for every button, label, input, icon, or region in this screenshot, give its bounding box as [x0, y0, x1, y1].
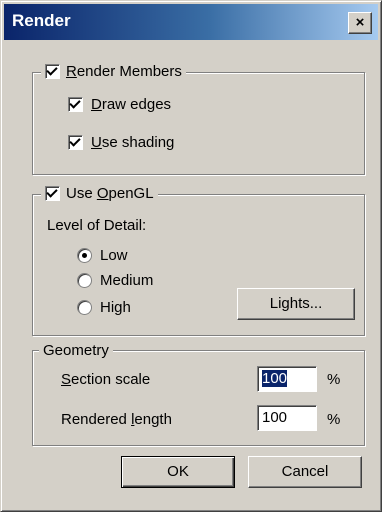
section-scale-unit: % — [327, 371, 341, 388]
section-scale-label: Section scale — [61, 371, 151, 388]
render-members-label: Render Members — [66, 63, 182, 80]
render-members-group — [32, 72, 365, 175]
use-shading-label: Use shading — [91, 134, 175, 151]
lights-button[interactable]: Lights... — [237, 288, 355, 320]
lod-radio-medium-label: Medium — [100, 272, 154, 289]
use-shading-checkbox[interactable]: Use shading — [68, 134, 174, 151]
geometry-legend: Geometry — [39, 342, 113, 359]
level-of-detail-label: Level of Detail: — [47, 217, 147, 234]
cancel-button[interactable]: Cancel — [248, 456, 362, 488]
rendered-length-input[interactable]: 100 — [257, 405, 317, 431]
use-opengl-check-icon — [45, 186, 60, 201]
render-members-check-icon — [45, 64, 60, 79]
lod-radio-medium[interactable]: Medium — [77, 272, 153, 289]
section-scale-input[interactable]: 100 — [257, 366, 317, 392]
rendered-length-value: 100 — [262, 409, 288, 426]
radio-selected-icon — [77, 248, 92, 263]
rendered-length-unit: % — [327, 411, 341, 428]
render-members-checkbox[interactable]: Render Members — [41, 63, 186, 80]
title-bar[interactable]: Render × — [4, 4, 378, 40]
lod-radio-high-label: High — [100, 299, 131, 316]
draw-edges-checkbox[interactable]: Draw edges — [68, 96, 171, 113]
lod-radio-low-label: Low — [100, 247, 128, 264]
draw-edges-label: Draw edges — [91, 96, 172, 113]
lod-radio-low[interactable]: Low — [77, 247, 128, 264]
close-icon: × — [355, 14, 365, 31]
draw-edges-check-icon — [68, 97, 83, 112]
radio-unselected-icon — [77, 273, 92, 288]
use-opengl-label: Use OpenGL — [66, 185, 154, 202]
section-scale-value: 100 — [262, 370, 288, 387]
use-shading-check-icon — [68, 135, 83, 150]
geometry-group — [32, 350, 365, 446]
ok-button[interactable]: OK — [121, 456, 235, 488]
close-button[interactable]: × — [348, 12, 372, 34]
radio-unselected-icon — [77, 300, 92, 315]
rendered-length-label: Rendered length — [61, 411, 172, 428]
lod-radio-high[interactable]: High — [77, 299, 131, 316]
geometry-title: Geometry — [43, 342, 109, 359]
dialog-title: Render — [12, 11, 71, 30]
use-opengl-checkbox[interactable]: Use OpenGL — [41, 185, 158, 202]
render-dialog: Render × Render Members Draw edges Use s… — [0, 0, 382, 512]
